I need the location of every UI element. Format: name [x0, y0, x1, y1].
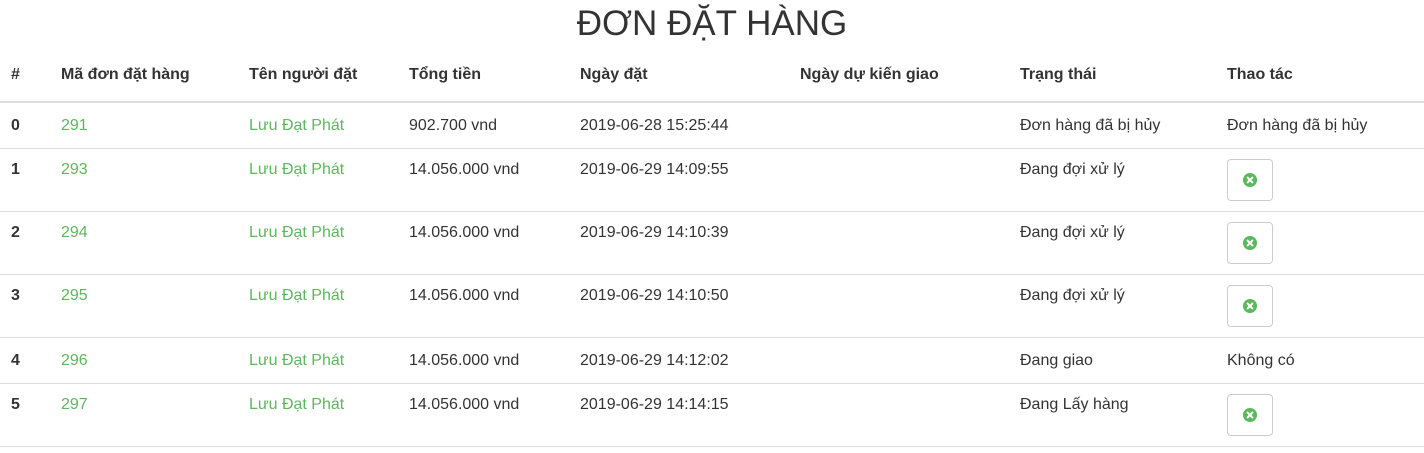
- customer-link[interactable]: Lưu Đạt Phát: [249, 352, 344, 369]
- order-id-link[interactable]: 294: [61, 224, 88, 241]
- header-order-id: Mã đơn đặt hàng: [50, 48, 238, 103]
- order-status: Đang đợi xử lý: [1009, 211, 1216, 275]
- row-index: 1: [0, 148, 50, 212]
- order-id-link[interactable]: 296: [61, 352, 88, 369]
- table-row: 5 297 Lưu Đạt Phát 14.056.000 vnd 2019-0…: [0, 383, 1424, 447]
- table-row: 0 291 Lưu Đạt Phát 902.700 vnd 2019-06-2…: [0, 101, 1424, 149]
- table-header-row: # Mã đơn đặt hàng Tên người đặt Tổng tiề…: [0, 48, 1424, 103]
- header-actions: Thao tác: [1216, 48, 1424, 103]
- expected-delivery: [789, 211, 1009, 275]
- header-expected-delivery: Ngày dự kiến giao: [789, 48, 1009, 103]
- expected-delivery: [789, 274, 1009, 338]
- order-total: 14.056.000 vnd: [398, 211, 569, 275]
- table-row: 4 296 Lưu Đạt Phát 14.056.000 vnd 2019-0…: [0, 337, 1424, 384]
- header-index: #: [0, 48, 50, 103]
- order-status: Đang giao: [1009, 337, 1216, 384]
- table-row: 3 295 Lưu Đạt Phát 14.056.000 vnd 2019-0…: [0, 274, 1424, 338]
- header-total: Tổng tiền: [398, 48, 569, 103]
- expected-delivery: [789, 337, 1009, 384]
- order-status: Đang Lấy hàng: [1009, 383, 1216, 447]
- order-total: 14.056.000 vnd: [398, 274, 569, 338]
- row-index: 5: [0, 383, 50, 447]
- order-date: 2019-06-29 14:12:02: [569, 337, 789, 384]
- cancel-icon: [1243, 173, 1257, 187]
- cancel-icon: [1243, 408, 1257, 422]
- header-customer: Tên người đặt: [238, 48, 398, 103]
- order-total: 14.056.000 vnd: [398, 383, 569, 447]
- action-text: Đơn hàng đã bị hủy: [1216, 101, 1424, 149]
- order-id-link[interactable]: 297: [61, 396, 88, 413]
- cancel-icon: [1243, 236, 1257, 250]
- order-status: Đơn hàng đã bị hủy: [1009, 101, 1216, 149]
- order-total: 14.056.000 vnd: [398, 337, 569, 384]
- cancel-order-button[interactable]: [1227, 394, 1273, 436]
- order-date: 2019-06-29 14:10:50: [569, 274, 789, 338]
- order-date: 2019-06-29 14:10:39: [569, 211, 789, 275]
- expected-delivery: [789, 148, 1009, 212]
- order-date: 2019-06-29 14:14:15: [569, 383, 789, 447]
- row-index: 2: [0, 211, 50, 275]
- order-total: 14.056.000 vnd: [398, 148, 569, 212]
- orders-table: # Mã đơn đặt hàng Tên người đặt Tổng tiề…: [0, 48, 1424, 447]
- cancel-order-button[interactable]: [1227, 222, 1273, 264]
- order-status: Đang đợi xử lý: [1009, 148, 1216, 212]
- order-date: 2019-06-28 15:25:44: [569, 101, 789, 149]
- customer-link[interactable]: Lưu Đạt Phát: [249, 161, 344, 178]
- action-text: Không có: [1216, 337, 1424, 384]
- expected-delivery: [789, 383, 1009, 447]
- row-index: 3: [0, 274, 50, 338]
- header-order-date: Ngày đặt: [569, 48, 789, 103]
- customer-link[interactable]: Lưu Đạt Phát: [249, 224, 344, 241]
- cancel-order-button[interactable]: [1227, 159, 1273, 201]
- row-index: 4: [0, 337, 50, 384]
- cancel-order-button[interactable]: [1227, 285, 1273, 327]
- cancel-icon: [1243, 299, 1257, 313]
- order-id-link[interactable]: 295: [61, 287, 88, 304]
- expected-delivery: [789, 101, 1009, 149]
- customer-link[interactable]: Lưu Đạt Phát: [249, 396, 344, 413]
- customer-link[interactable]: Lưu Đạt Phát: [249, 287, 344, 304]
- table-row: 1 293 Lưu Đạt Phát 14.056.000 vnd 2019-0…: [0, 148, 1424, 212]
- order-date: 2019-06-29 14:09:55: [569, 148, 789, 212]
- row-index: 0: [0, 101, 50, 149]
- order-id-link[interactable]: 293: [61, 161, 88, 178]
- page-title: ĐƠN ĐẶT HÀNG: [576, 4, 848, 43]
- customer-link[interactable]: Lưu Đạt Phát: [249, 117, 344, 134]
- header-status: Trạng thái: [1009, 48, 1216, 103]
- order-status: Đang đợi xử lý: [1009, 274, 1216, 338]
- table-row: 2 294 Lưu Đạt Phát 14.056.000 vnd 2019-0…: [0, 211, 1424, 275]
- order-total: 902.700 vnd: [398, 101, 569, 149]
- order-id-link[interactable]: 291: [61, 117, 88, 134]
